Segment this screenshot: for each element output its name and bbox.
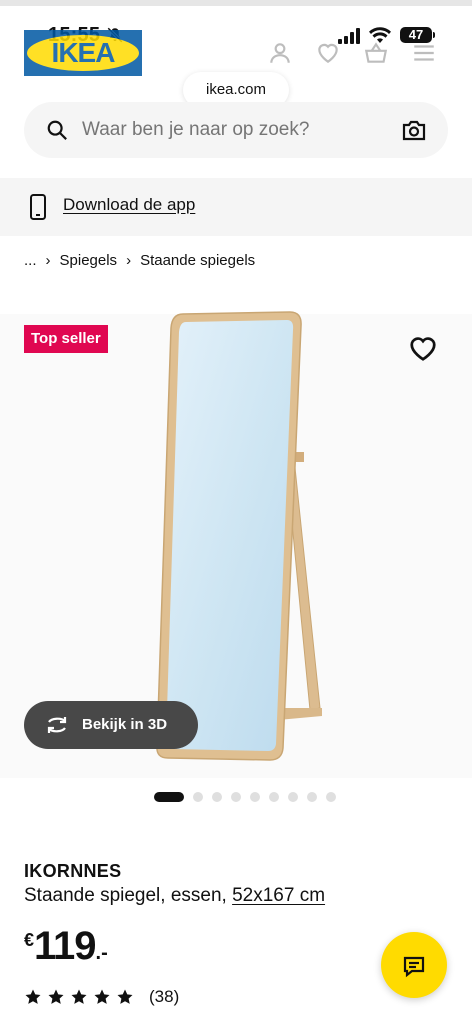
carousel-dot[interactable] — [193, 792, 203, 802]
star-icon — [117, 989, 133, 1004]
signal-icon — [338, 28, 360, 44]
carousel-dot[interactable] — [212, 792, 222, 802]
rating-stars[interactable]: (38) — [24, 987, 179, 1007]
product-size-link[interactable]: 52x167 cm — [232, 885, 325, 906]
star-icon — [94, 989, 110, 1004]
rotate-3d-icon — [47, 717, 67, 733]
phone-icon — [30, 194, 46, 220]
carousel-dot[interactable] — [288, 792, 298, 802]
breadcrumb-ellipsis[interactable]: ... — [24, 252, 37, 269]
product-name: IKORNNES — [24, 861, 122, 881]
carousel-dot[interactable] — [269, 792, 279, 802]
breadcrumb-spiegels[interactable]: Spiegels — [60, 252, 118, 269]
chevron-right-icon: › — [126, 252, 132, 269]
breadcrumb: ... › Spiegels › Staande spiegels — [24, 252, 255, 269]
logo-text: IKEA — [51, 37, 116, 68]
price-decimal: .- — [95, 942, 108, 964]
carousel-dot[interactable] — [250, 792, 260, 802]
price-integer: 119 — [34, 924, 97, 968]
chat-button[interactable] — [381, 932, 447, 998]
download-app-banner[interactable]: Download de app — [0, 178, 472, 236]
search-input[interactable] — [82, 119, 382, 141]
star-icon — [25, 989, 41, 1004]
search-icon[interactable] — [46, 119, 68, 141]
search-bar[interactable] — [24, 102, 448, 158]
top-edge — [0, 0, 472, 6]
carousel-dot[interactable] — [154, 792, 184, 802]
download-app-link[interactable]: Download de app — [63, 195, 195, 215]
heart-icon[interactable] — [315, 40, 341, 66]
favourite-heart-icon[interactable] — [408, 334, 438, 362]
view-in-3d-label: Bekijk in 3D — [82, 716, 168, 733]
carousel-dot[interactable] — [307, 792, 317, 802]
carousel-dot[interactable] — [231, 792, 241, 802]
price-currency: € — [24, 930, 35, 950]
review-count[interactable]: (38) — [149, 987, 179, 1007]
product-description: Staande spiegel, essen, 52x167 cm — [24, 885, 325, 907]
product-image-mirror[interactable] — [150, 308, 330, 768]
star-icon — [48, 989, 64, 1004]
carousel-dot[interactable] — [326, 792, 336, 802]
battery-cap — [433, 32, 435, 38]
product-price: €119.- — [24, 924, 108, 969]
top-seller-badge: Top seller — [24, 325, 108, 353]
basket-icon[interactable] — [363, 40, 389, 66]
product-description-text: Staande spiegel, essen, — [24, 885, 227, 906]
user-icon[interactable] — [267, 40, 293, 66]
breadcrumb-staande-spiegels[interactable]: Staande spiegels — [140, 252, 255, 269]
chevron-right-icon: › — [45, 252, 51, 269]
image-carousel-dots[interactable] — [154, 792, 345, 802]
view-in-3d-button[interactable]: Bekijk in 3D — [24, 701, 198, 749]
ikea-logo[interactable]: IKEA — [24, 30, 142, 76]
star-icon — [71, 989, 87, 1004]
chat-icon — [403, 956, 425, 978]
menu-icon[interactable] — [411, 40, 437, 66]
camera-icon[interactable] — [402, 119, 426, 141]
